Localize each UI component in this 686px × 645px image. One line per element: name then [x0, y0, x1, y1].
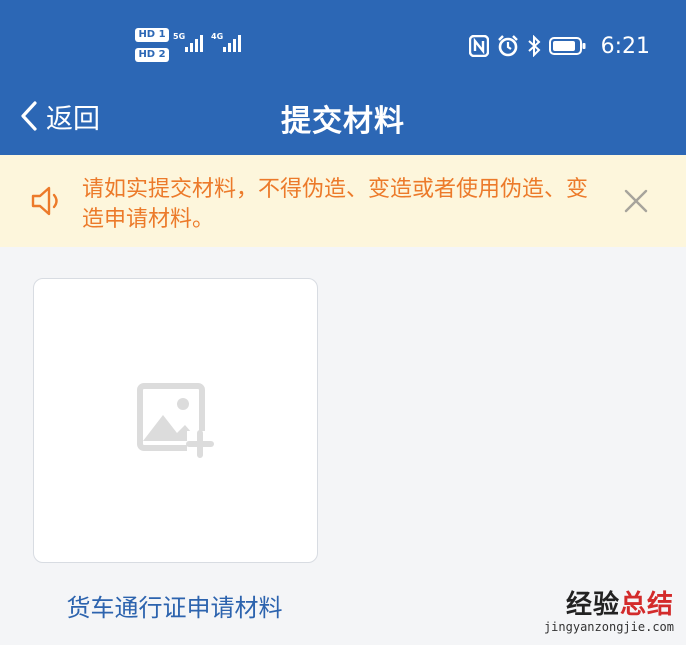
speaker-icon — [31, 186, 58, 216]
notice-text: 请如实提交材料，不得伪造、变造或者使用伪造、变造申请材料。 — [82, 177, 589, 232]
bluetooth-icon — [527, 35, 541, 57]
status-right: 6:21 — [468, 32, 650, 60]
signal-group: HD 1 HD 2 5G 4G — [135, 28, 255, 64]
notice-banner: 请如实提交材料，不得伪造、变造或者使用伪造、变造申请材料。 — [0, 155, 686, 247]
network-5g-label: 5G — [173, 32, 186, 41]
app-header: HD 1 HD 2 5G 4G 6:21 返回 提交材料 — [0, 0, 686, 155]
alarm-icon — [497, 35, 518, 57]
watermark-suffix: 总结 — [619, 590, 674, 620]
upload-card[interactable] — [33, 278, 318, 563]
watermark-url: jingyanzongjie.com — [543, 620, 674, 634]
watermark-prefix: 经验 — [565, 590, 620, 620]
add-image-icon — [137, 383, 214, 458]
watermark-logo: 经验总结 — [544, 590, 674, 620]
battery-icon — [548, 37, 586, 55]
network-4g-label: 4G — [211, 32, 224, 41]
watermark: 经验总结 jingyanzongjie.com — [544, 590, 674, 634]
clock: 6:21 — [600, 33, 650, 59]
status-bar: HD 1 HD 2 5G 4G 6:21 — [0, 0, 686, 80]
sim2-badge: HD 2 — [135, 48, 169, 62]
page-title: 提交材料 — [281, 104, 405, 139]
nav-bar: 返回 提交材料 — [0, 80, 686, 155]
signal-bars-1-icon — [185, 32, 203, 52]
upload-card-label[interactable]: 货车通行证申请材料 — [33, 588, 316, 623]
signal-bars-2-icon — [223, 32, 241, 52]
close-icon[interactable] — [622, 187, 650, 215]
sim1-badge: HD 1 — [135, 28, 169, 42]
nfc-icon — [468, 35, 489, 57]
